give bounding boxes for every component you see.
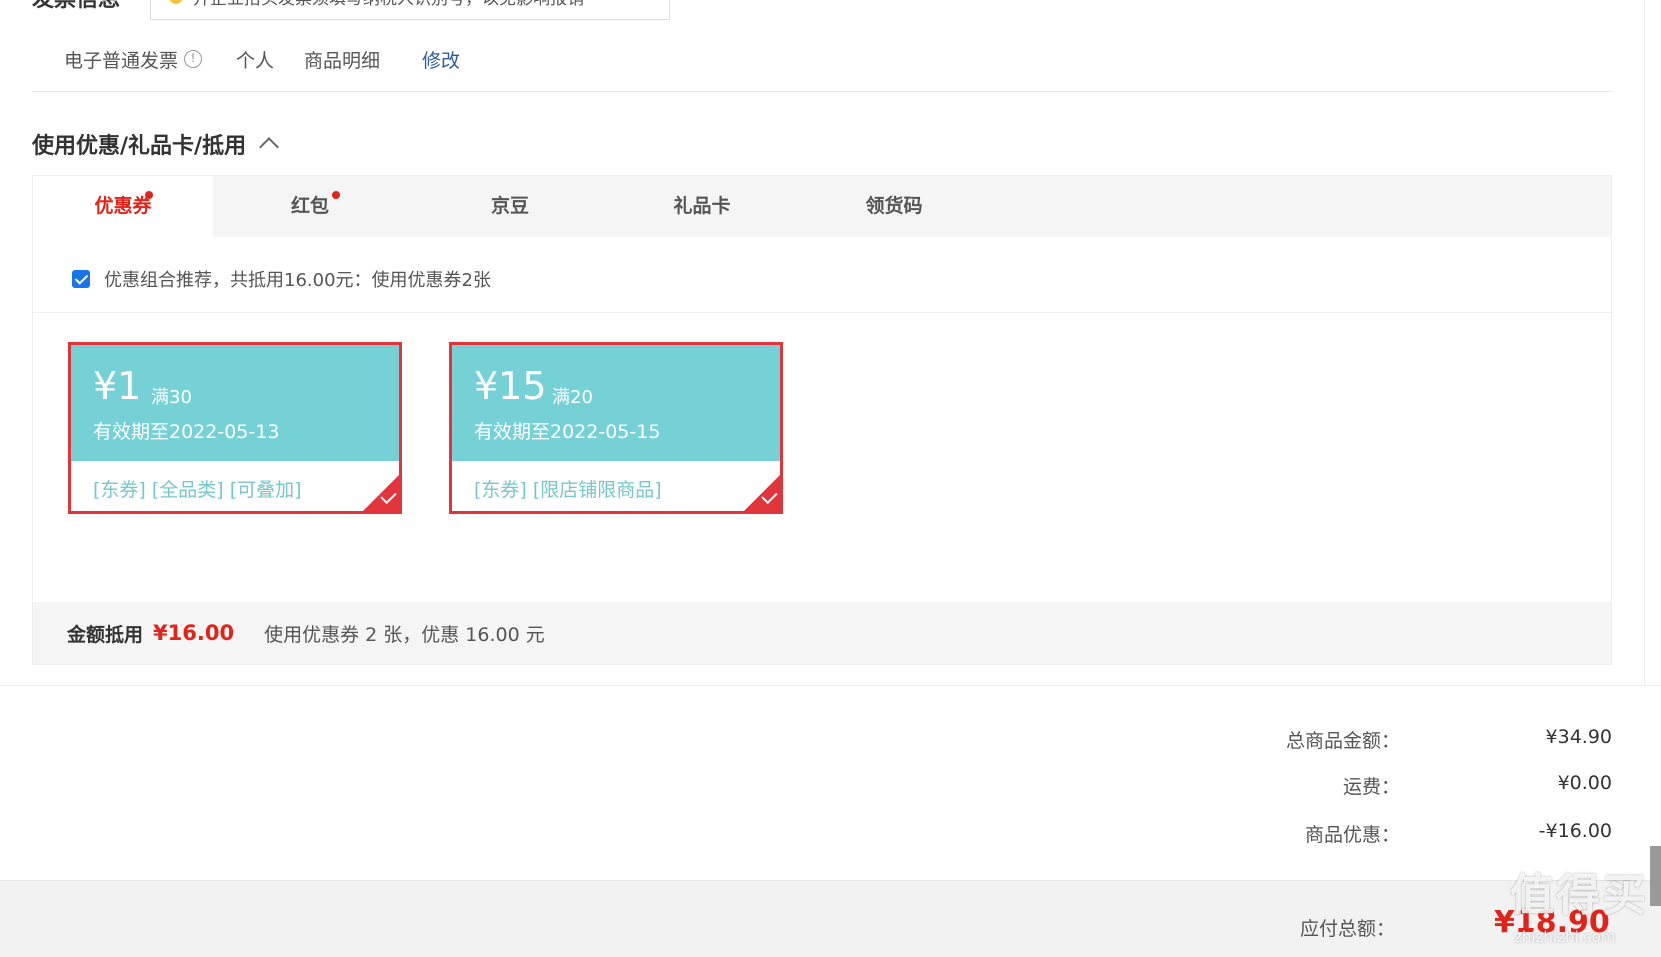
tab-red-packet-label: 红包: [290, 195, 329, 217]
total-value: -¥16.00: [1538, 820, 1612, 842]
coupon-card[interactable]: ¥15 满20 有效期至2022-05-15 [东券] [限店铺限商品]: [449, 342, 783, 514]
invoice-heading: 发票信息: [32, 0, 120, 12]
invoice-edit-link[interactable]: 修改: [422, 46, 460, 73]
total-row-shipping: 运费： ¥0.00: [1180, 772, 1612, 802]
lightbulb-icon: [169, 0, 183, 4]
discount-section-title: 使用优惠/礼品卡/抵用: [32, 134, 247, 159]
payable-footer: [0, 880, 1661, 957]
invoice-title: 个人: [236, 49, 275, 72]
discount-summary-label: 金额抵用: [67, 623, 144, 646]
coupon-header: ¥15 满20 有效期至2022-05-15: [452, 345, 780, 461]
divider: [32, 91, 1612, 92]
tab-coupons[interactable]: 优惠券: [33, 176, 213, 237]
tab-coupons-label: 优惠券: [94, 195, 152, 217]
info-icon[interactable]: !: [184, 50, 203, 68]
invoice-tip-text: 开企业抬头发票须填写纳税人识别号，以免影响报销: [193, 0, 584, 9]
watermark-url: zhizhizhi.com: [1514, 928, 1616, 946]
coupon-header: ¥1 满30 有效期至2022-05-13: [71, 345, 399, 461]
discount-summary-desc: 使用优惠券 2 张，优惠 16.00 元: [264, 623, 545, 646]
discount-summary-value: ¥16.00: [153, 621, 235, 645]
divider: [0, 685, 1661, 686]
coupon-validity: 有效期至2022-05-15: [474, 421, 661, 443]
coupon-amount: ¥1: [93, 364, 142, 408]
discount-section-toggle[interactable]: 使用优惠/礼品卡/抵用: [32, 128, 279, 160]
coupon-validity: 有效期至2022-05-13: [93, 421, 280, 443]
invoice-type: 电子普通发票: [64, 49, 179, 72]
total-label: 运费：: [1342, 776, 1400, 798]
tab-redeem-code-label: 领货码: [865, 195, 923, 217]
tab-jd-beans-label: 京豆: [490, 195, 529, 217]
notification-dot-icon: [145, 191, 153, 199]
coupon-card[interactable]: ¥1 满30 有效期至2022-05-13 [东券] [全品类] [可叠加]: [68, 342, 402, 514]
tab-gift-card[interactable]: 礼品卡: [612, 176, 792, 237]
coupon-tags: [东券] [全品类] [可叠加]: [93, 479, 302, 501]
chevron-up-icon: [259, 137, 279, 157]
coupon-condition: 满20: [552, 387, 593, 408]
tab-gift-card-label: 礼品卡: [673, 195, 731, 217]
total-value: ¥34.90: [1545, 726, 1612, 748]
total-value: ¥0.00: [1557, 772, 1612, 794]
total-label: 总商品金额：: [1285, 730, 1400, 752]
coupon-condition: 满30: [151, 387, 192, 408]
invoice-content: 商品明细: [304, 49, 381, 72]
invoice-tip-tooltip: 开企业抬头发票须填写纳税人识别号，以免影响报销: [150, 0, 670, 20]
total-row-discount: 商品优惠： -¥16.00: [1180, 820, 1612, 850]
divider: [33, 312, 1611, 313]
total-label: 商品优惠：: [1304, 824, 1400, 846]
payable-label: 应付总额：: [1300, 918, 1396, 940]
watermark-logo: 值得买: [1510, 870, 1648, 921]
coupon-amount: ¥15: [474, 364, 547, 408]
discount-summary-bar: 金额抵用 ¥16.00 使用优惠券 2 张，优惠 16.00 元: [33, 602, 1611, 664]
scrollbar-thumb[interactable]: [1650, 846, 1661, 906]
tab-jd-beans[interactable]: 京豆: [420, 176, 600, 237]
tab-red-packet[interactable]: 红包: [220, 176, 400, 237]
recommend-text: 优惠组合推荐，共抵用16.00元：使用优惠券2张: [104, 270, 491, 291]
coupon-tags: [东券] [限店铺限商品]: [474, 479, 662, 501]
recommend-row: 优惠组合推荐，共抵用16.00元：使用优惠券2张: [72, 266, 491, 292]
recommend-checkbox[interactable]: [72, 270, 90, 288]
total-row-goods: 总商品金额： ¥34.90: [1180, 726, 1612, 756]
divider: [1644, 0, 1645, 686]
invoice-summary-row: 电子普通发票 ! 个人 商品明细 修改: [64, 44, 460, 74]
tab-redeem-code[interactable]: 领货码: [804, 176, 984, 237]
notification-dot-icon: [332, 191, 340, 199]
